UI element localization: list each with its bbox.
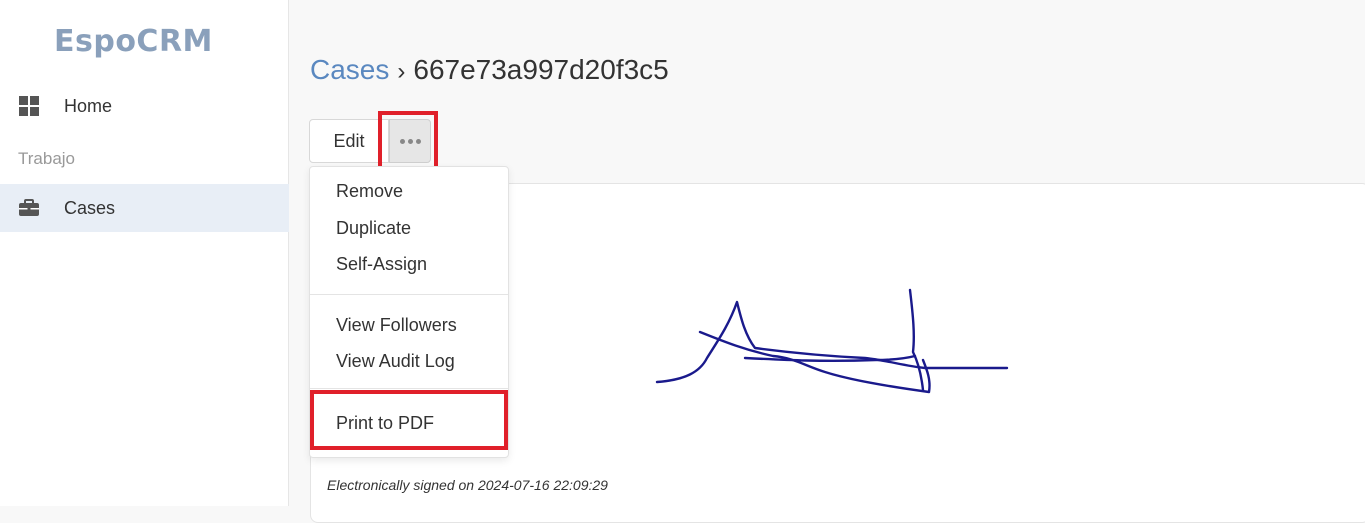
menu-item-remove[interactable]: Remove: [336, 181, 403, 202]
record-title: 667e73a997d20f3c5: [413, 54, 669, 85]
sidebar-item-label: Cases: [64, 197, 116, 218]
menu-divider: [310, 294, 508, 295]
main-content: Cases › 667e73a997d20f3c5 Edit Electronica…: [290, 0, 1365, 523]
highlight-box: [378, 111, 438, 173]
menu-item-duplicate[interactable]: Duplicate: [336, 218, 411, 239]
menu-divider: [310, 388, 508, 389]
dashboard-grid-icon: [19, 96, 39, 116]
menu-item-view-audit-log[interactable]: View Audit Log: [336, 351, 455, 372]
actions-dropdown-menu: Remove Duplicate Self-Assign View Follow…: [309, 166, 509, 458]
sidebar-group-label: Trabajo: [18, 149, 76, 168]
sidebar-item-label: Home: [64, 95, 113, 116]
signed-note: Electronically signed on 2024-07-16 22:0…: [327, 477, 608, 493]
breadcrumb-cases-link[interactable]: Cases: [310, 54, 389, 85]
sidebar-item-home[interactable]: Home: [0, 82, 289, 130]
breadcrumb-separator: ›: [397, 58, 406, 85]
sidebar: EspoCRM Home Trabajo Cases: [0, 0, 289, 506]
espocrm-logo[interactable]: EspoCRM: [50, 16, 250, 66]
menu-item-self-assign[interactable]: Self-Assign: [336, 254, 427, 275]
edit-button[interactable]: Edit: [309, 119, 389, 163]
briefcase-icon: [19, 199, 39, 216]
highlight-box: [310, 390, 508, 450]
sidebar-item-cases[interactable]: Cases: [0, 184, 289, 232]
breadcrumb: Cases › 667e73a997d20f3c5: [310, 54, 669, 86]
signature-image: [655, 288, 1009, 394]
menu-item-view-followers[interactable]: View Followers: [336, 315, 457, 336]
logo-text: EspoCRM: [54, 24, 213, 59]
